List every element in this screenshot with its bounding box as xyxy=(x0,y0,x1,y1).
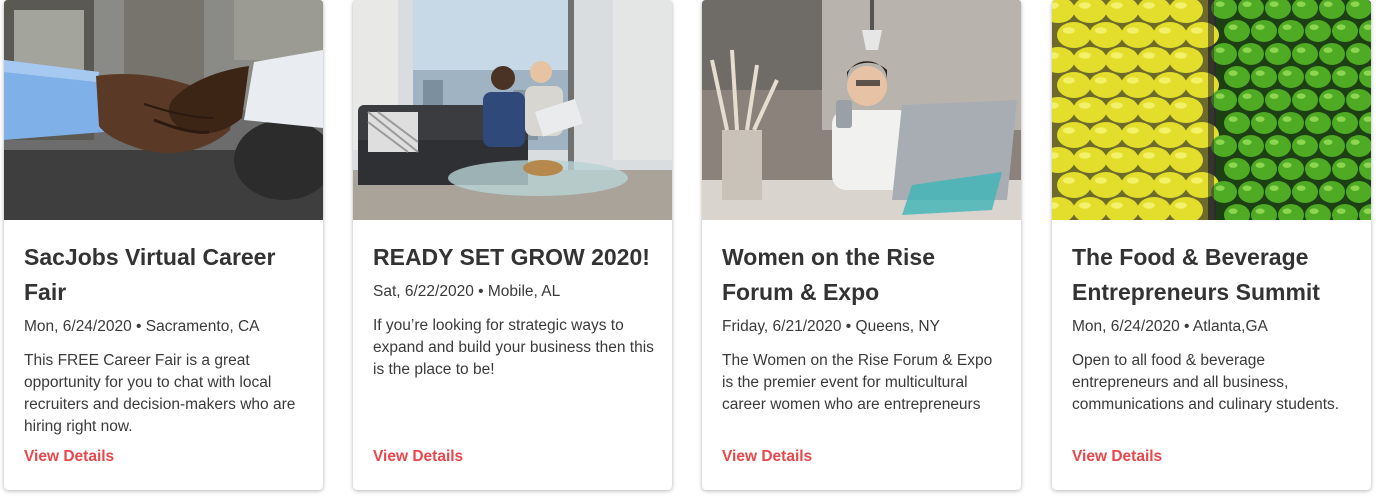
event-title[interactable]: Women on the Rise Forum & Expo xyxy=(722,240,1003,310)
event-description: If you’re looking for strategic ways to … xyxy=(373,317,654,378)
lemons-and-limes-photo[interactable] xyxy=(1052,0,1371,220)
event-description: Open to all food & beverage entrepreneur… xyxy=(1072,352,1340,413)
office-meeting-photo[interactable] xyxy=(353,0,672,220)
event-title[interactable]: READY SET GROW 2020! xyxy=(373,240,654,275)
card-body: Women on the Rise Forum & Expo Friday, 6… xyxy=(722,240,1003,416)
view-details-link[interactable]: View Details xyxy=(722,446,812,468)
event-card-list: SacJobs Virtual Career Fair Mon, 6/24/20… xyxy=(0,0,1376,498)
event-description: The Women on the Rise Forum & Expo is th… xyxy=(722,352,993,413)
event-description: This FREE Career Fair is a great opportu… xyxy=(24,352,296,435)
view-details-link[interactable]: View Details xyxy=(373,446,463,468)
event-card[interactable]: SacJobs Virtual Career Fair Mon, 6/24/20… xyxy=(4,0,323,490)
event-date-location: Mon, 6/24/2020 • Sacramento, CA xyxy=(24,318,260,335)
card-body: SacJobs Virtual Career Fair Mon, 6/24/20… xyxy=(24,240,305,438)
card-body: READY SET GROW 2020! Sat, 6/22/2020 • Mo… xyxy=(373,240,654,381)
view-details-link[interactable]: View Details xyxy=(24,446,114,468)
event-card[interactable]: The Food & Beverage Entrepreneurs Summit… xyxy=(1052,0,1371,490)
event-date-location: Mon, 6/24/2020 • Atlanta,GA xyxy=(1072,318,1268,335)
card-body: The Food & Beverage Entrepreneurs Summit… xyxy=(1072,240,1353,416)
event-title[interactable]: SacJobs Virtual Career Fair xyxy=(24,240,305,310)
event-title[interactable]: The Food & Beverage Entrepreneurs Summit xyxy=(1072,240,1353,310)
event-card[interactable]: Women on the Rise Forum & Expo Friday, 6… xyxy=(702,0,1021,490)
event-card[interactable]: READY SET GROW 2020! Sat, 6/22/2020 • Mo… xyxy=(353,0,672,490)
view-details-link[interactable]: View Details xyxy=(1072,446,1162,468)
event-date-location: Sat, 6/22/2020 • Mobile, AL xyxy=(373,283,561,300)
woman-with-phone-photo[interactable] xyxy=(702,0,1021,220)
event-date-location: Friday, 6/21/2020 • Queens, NY xyxy=(722,318,940,335)
handshake-photo[interactable] xyxy=(4,0,323,220)
